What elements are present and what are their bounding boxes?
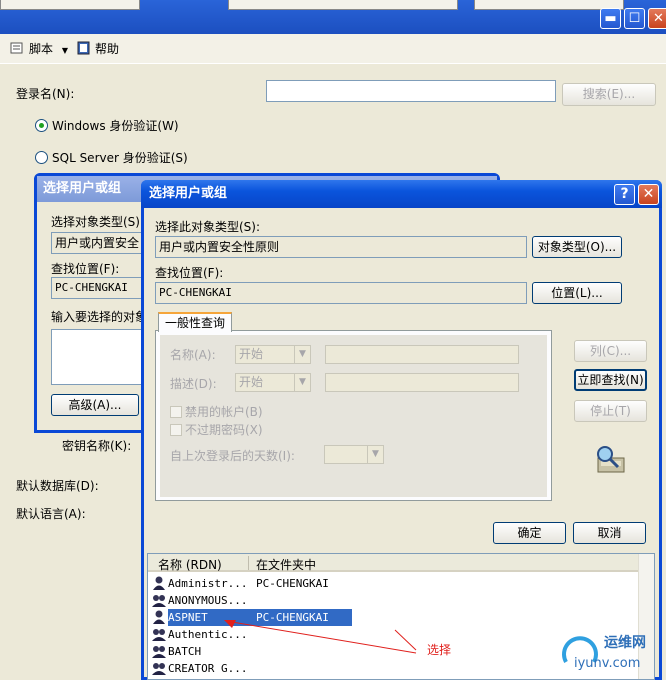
columns-button[interactable]: 列(C)... bbox=[574, 340, 647, 362]
annotation-label: 选择 bbox=[427, 643, 452, 657]
object-types-button[interactable]: 对象类型(O)... bbox=[532, 236, 622, 258]
column-divider[interactable] bbox=[248, 556, 249, 570]
list-item-name: ANONYMOUS... bbox=[168, 594, 248, 607]
ok-button[interactable]: 确定 bbox=[493, 522, 566, 544]
advanced-button[interactable]: 高级(A)... bbox=[51, 394, 139, 416]
dialog-title: 选择用户或组 bbox=[141, 180, 662, 208]
location-label: 查找位置(F): bbox=[155, 266, 224, 280]
window-close-button[interactable]: ✕ bbox=[648, 8, 666, 29]
back-enter-names-label: 输入要选择的对象 bbox=[51, 310, 148, 324]
list-item[interactable]: ANONYMOUS... bbox=[152, 592, 247, 609]
back-location-field: PC-CHENGKAI bbox=[51, 277, 151, 299]
days-since-logon-label: 自上次登录后的天数(I): bbox=[170, 449, 295, 463]
back-enter-names-input[interactable] bbox=[51, 329, 151, 385]
tab-general-query[interactable]: 一般性查询 bbox=[158, 312, 233, 332]
select-users-dialog: 选择用户或组 ? ✕ 选择此对象类型(S): 用户或内置安全性原则 对象类型(O… bbox=[141, 180, 662, 680]
toolbar: 脚本 ▼ 帮助 bbox=[0, 34, 666, 64]
disabled-accounts-checkbox[interactable]: 禁用的帐户(B) bbox=[170, 403, 263, 420]
chevron-down-icon: ▼ bbox=[294, 346, 310, 363]
description-combo-value: 开始 bbox=[239, 375, 264, 389]
help-book-icon bbox=[76, 41, 92, 55]
checkbox-icon bbox=[170, 406, 182, 418]
list-item-name: Administr... bbox=[168, 577, 248, 590]
group-icon bbox=[152, 627, 166, 641]
group-icon bbox=[152, 593, 166, 607]
cancel-button[interactable]: 取消 bbox=[573, 522, 646, 544]
name-combo-value: 开始 bbox=[239, 347, 264, 361]
sql-auth-radio[interactable] bbox=[35, 151, 48, 164]
sql-auth-label: SQL Server 身份验证(S) bbox=[52, 151, 188, 165]
help-label: 帮助 bbox=[95, 42, 120, 56]
stop-button[interactable]: 停止(T) bbox=[574, 400, 647, 422]
list-item[interactable]: BATCH bbox=[152, 643, 201, 660]
find-now-button[interactable]: 立即查找(N) bbox=[574, 369, 647, 391]
maximize-button[interactable]: ☐ bbox=[624, 8, 645, 29]
default-lang-label: 默认语言(A): bbox=[16, 507, 86, 521]
background-tab bbox=[228, 0, 458, 10]
watermark: 运维网 iyunv.com bbox=[560, 628, 664, 678]
chevron-down-icon: ▼ bbox=[367, 446, 383, 463]
chevron-down-icon: ▼ bbox=[294, 374, 310, 391]
non-expiring-label: 不过期密码(X) bbox=[185, 423, 263, 437]
script-menu[interactable]: 脚本 ▼ bbox=[10, 40, 68, 57]
column-header-name[interactable]: 名称 (RDN) bbox=[158, 556, 222, 573]
help-menu[interactable]: 帮助 bbox=[76, 40, 119, 57]
results-header: 名称 (RDN) 在文件夹中 bbox=[148, 554, 654, 572]
back-location-label: 查找位置(F): bbox=[51, 262, 120, 276]
list-item-folder: PC-CHENGKAI bbox=[256, 577, 329, 590]
back-object-type-label: 选择对象类型(S) bbox=[51, 215, 140, 229]
search-directory-icon bbox=[592, 442, 628, 478]
group-icon bbox=[152, 644, 166, 658]
dialog-close-button[interactable]: ✕ bbox=[638, 184, 659, 205]
login-name-input[interactable] bbox=[266, 80, 556, 102]
column-header-folder[interactable]: 在文件夹中 bbox=[256, 556, 316, 573]
name-input[interactable] bbox=[325, 345, 519, 364]
object-type-label: 选择此对象类型(S): bbox=[155, 220, 261, 234]
dialog-help-button[interactable]: ? bbox=[614, 184, 635, 205]
minimize-button[interactable]: ▬ bbox=[600, 8, 621, 29]
locations-button[interactable]: 位置(L)... bbox=[532, 282, 622, 304]
checkbox-icon bbox=[170, 424, 182, 436]
search-button[interactable]: 搜索(E)... bbox=[562, 83, 656, 106]
script-icon bbox=[10, 41, 26, 55]
back-object-type-field: 用户或内置安全 bbox=[51, 232, 151, 254]
user-icon bbox=[152, 576, 166, 590]
description-label: 描述(D): bbox=[170, 377, 217, 391]
annotation-arrows bbox=[224, 620, 417, 654]
non-expiring-checkbox[interactable]: 不过期密码(X) bbox=[170, 421, 263, 438]
query-inner-panel: 名称(A): 开始 ▼ 描述(D): 开始 ▼ 禁用的帐户(B) 不过期密码(X… bbox=[160, 335, 547, 497]
default-db-label: 默认数据库(D): bbox=[16, 479, 99, 493]
windows-auth-radio[interactable] bbox=[35, 119, 48, 132]
dropdown-arrow-icon: ▼ bbox=[61, 46, 68, 55]
location-field: PC-CHENGKAI bbox=[155, 282, 527, 304]
watermark-domain: iyunv.com bbox=[574, 656, 641, 671]
group-icon bbox=[152, 661, 166, 675]
key-name-label: 密钥名称(K): bbox=[62, 439, 132, 453]
name-combo[interactable]: 开始 ▼ bbox=[235, 345, 311, 364]
list-item-name: BATCH bbox=[168, 645, 202, 658]
watermark-brand: 运维网 bbox=[604, 635, 646, 651]
script-label: 脚本 bbox=[29, 42, 54, 56]
user-icon bbox=[152, 610, 166, 624]
description-input[interactable] bbox=[325, 373, 519, 392]
object-type-field: 用户或内置安全性原则 bbox=[155, 236, 527, 258]
list-item[interactable]: Administr... PC-CHENGKAI bbox=[152, 575, 329, 592]
disabled-accounts-label: 禁用的帐户(B) bbox=[185, 405, 263, 419]
name-label: 名称(A): bbox=[170, 348, 216, 362]
description-combo[interactable]: 开始 ▼ bbox=[235, 373, 311, 392]
window-titlebar: ▬ ☐ ✕ bbox=[0, 0, 666, 34]
windows-auth-label: Windows 身份验证(W) bbox=[52, 119, 179, 133]
general-query-panel: 名称(A): 开始 ▼ 描述(D): 开始 ▼ 禁用的帐户(B) 不过期密码(X… bbox=[155, 330, 552, 501]
login-name-label: 登录名(N): bbox=[16, 87, 75, 101]
background-tab bbox=[0, 0, 140, 10]
days-since-logon-combo[interactable]: ▼ bbox=[324, 445, 384, 464]
